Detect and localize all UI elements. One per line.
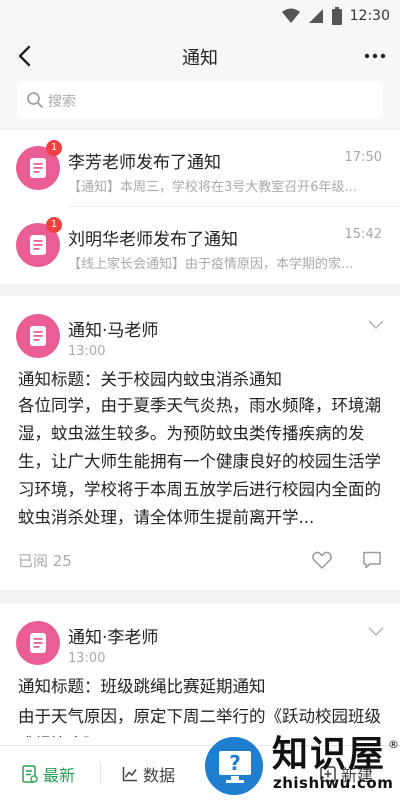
message-preview: 【通知】本周三，学校将在3号大教室召开6年级... xyxy=(68,180,357,195)
tab-data[interactable]: 数据 xyxy=(122,762,175,786)
heart-icon[interactable] xyxy=(312,551,332,569)
card-subject: 通知标题：班级跳绳比赛延期通知 xyxy=(18,677,266,696)
avatar xyxy=(16,621,60,665)
tab-label: 最新 xyxy=(43,766,76,785)
status-bar: 12:30 xyxy=(0,0,400,34)
chevron-down-icon[interactable] xyxy=(368,320,384,330)
message-item[interactable]: 1 刘明华老师发布了通知 15:42 【线上家长会通知】由于疫情原因，本学期的家… xyxy=(0,207,400,284)
card-body: 各位同学，由于夏季天气炎热，雨水频降，环境潮湿，蚊虫滋生较多。为预防蚊虫类传播疾… xyxy=(18,396,381,527)
svg-text:?: ? xyxy=(229,751,241,775)
message-title: 刘明华老师发布了通知 xyxy=(68,230,238,250)
message-preview: 【线上家长会通知】由于疫情原因，本学期的家... xyxy=(68,257,354,272)
search-icon xyxy=(27,92,43,108)
doc-refresh-icon xyxy=(22,765,38,783)
document-icon xyxy=(30,633,46,653)
page-title: 通知 xyxy=(182,48,218,69)
battery-icon xyxy=(331,7,342,25)
card-sender: 通知·马老师 xyxy=(68,321,159,341)
read-count[interactable]: 已阅 25 xyxy=(18,550,72,571)
search-area: 搜索 xyxy=(0,78,400,128)
card-time: 13:00 xyxy=(68,651,106,666)
message-time: 15:42 xyxy=(344,227,382,242)
document-icon xyxy=(30,326,46,346)
message-item[interactable]: 1 李芳老师发布了通知 17:50 【通知】本周三，学校将在3号大教室召开6年级… xyxy=(0,130,400,207)
chevron-down-icon[interactable] xyxy=(368,627,384,637)
comment-icon[interactable] xyxy=(362,551,382,569)
watermark-logo: ? xyxy=(203,735,265,797)
document-icon xyxy=(30,235,46,255)
unread-badge: 1 xyxy=(46,140,62,156)
more-dots-icon xyxy=(364,53,386,59)
card-time: 13:00 xyxy=(68,344,106,359)
more-button[interactable] xyxy=(364,46,386,66)
notice-card[interactable]: 通知·马老师 13:00 通知标题：关于校园内蚊虫消杀通知 各位同学，由于夏季天… xyxy=(0,296,400,590)
search-placeholder: 搜索 xyxy=(48,94,76,110)
card-sender: 通知·李老师 xyxy=(68,628,159,648)
watermark-brand: 知识屋 xyxy=(272,733,387,775)
document-icon xyxy=(30,158,46,178)
search-input[interactable]: 搜索 xyxy=(18,82,382,118)
watermark-registered: ® xyxy=(388,738,399,751)
nav-bar: 通知 xyxy=(0,34,400,78)
tab-latest[interactable]: 最新 xyxy=(22,762,75,786)
message-list: 1 李芳老师发布了通知 17:50 【通知】本周三，学校将在3号大教室召开6年级… xyxy=(0,130,400,284)
signal-icon xyxy=(308,9,323,23)
message-title: 李芳老师发布了通知 xyxy=(68,153,221,173)
card-subject: 通知标题：关于校园内蚊虫消杀通知 xyxy=(18,370,282,389)
status-time: 12:30 xyxy=(349,8,390,24)
divider xyxy=(100,762,101,784)
watermark-url: zhishiwu.com xyxy=(273,774,394,792)
unread-badge: 1 xyxy=(46,217,62,233)
status-icons: 12:30 xyxy=(281,7,390,25)
help-monitor-icon: ? xyxy=(219,751,251,783)
tab-label: 数据 xyxy=(143,766,176,785)
avatar xyxy=(16,314,60,358)
line-chart-icon xyxy=(122,767,137,782)
message-time: 17:50 xyxy=(344,150,382,165)
wifi-icon xyxy=(281,8,300,23)
